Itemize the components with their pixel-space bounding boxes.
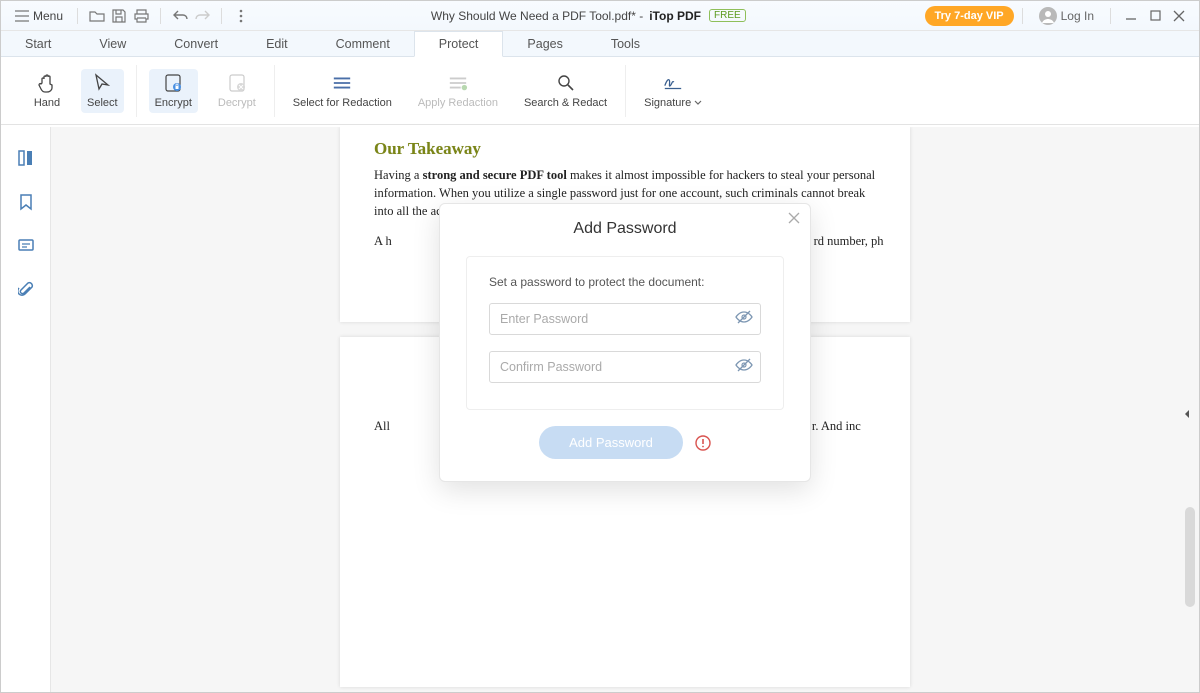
tab-view[interactable]: View [75, 31, 150, 56]
apply-redaction-label: Apply Redaction [418, 97, 498, 109]
select-redaction-icon [332, 73, 352, 93]
select-redaction-button[interactable]: Select for Redaction [287, 69, 398, 113]
filename-label: Why Should We Need a PDF Tool.pdf* - [431, 9, 643, 23]
encrypt-label: Encrypt [155, 97, 192, 109]
reveal-password-icon[interactable] [735, 309, 753, 325]
comments-icon[interactable] [15, 235, 37, 257]
signature-button[interactable]: Signature [638, 69, 708, 113]
left-sidebar [1, 127, 51, 692]
search-redact-label: Search & Redact [524, 97, 607, 109]
bookmarks-icon[interactable] [15, 191, 37, 213]
decrypt-button: Decrypt [212, 69, 262, 113]
hand-icon [37, 73, 57, 93]
confirm-password-input[interactable] [489, 351, 761, 383]
select-label: Select [87, 97, 118, 109]
free-badge: FREE [709, 9, 746, 22]
signature-icon [663, 73, 683, 93]
search-redact-button[interactable]: Search & Redact [518, 69, 613, 113]
tab-edit[interactable]: Edit [242, 31, 312, 56]
encrypt-icon [163, 73, 183, 93]
add-password-button[interactable]: Add Password [539, 426, 683, 459]
enter-password-input[interactable] [489, 303, 761, 335]
more-icon[interactable] [230, 5, 252, 27]
workspace: Our Takeaway Having a strong and secure … [1, 127, 1199, 692]
chevron-down-icon [694, 100, 702, 106]
thumbnails-icon[interactable] [15, 147, 37, 169]
maximize-button[interactable] [1143, 4, 1167, 28]
main-tabs: Start View Convert Edit Comment Protect … [1, 31, 1199, 57]
signature-label: Signature [644, 97, 702, 109]
menu-label: Menu [33, 9, 63, 23]
undo-icon[interactable] [169, 5, 191, 27]
tab-protect[interactable]: Protect [414, 31, 504, 57]
dialog-close-button[interactable] [788, 212, 800, 224]
warning-icon [695, 435, 711, 451]
hand-label: Hand [34, 97, 60, 109]
apply-redaction-button: Apply Redaction [412, 69, 504, 113]
app-name: iTop PDF [649, 9, 701, 23]
dialog-title: Add Password [440, 220, 810, 238]
vertical-scrollbar[interactable] [1185, 507, 1195, 607]
reveal-confirm-icon[interactable] [735, 357, 753, 373]
user-icon [1039, 7, 1057, 25]
add-password-dialog: Add Password Set a password to protect t… [439, 203, 811, 482]
encrypt-button[interactable]: Encrypt [149, 69, 198, 113]
vip-button[interactable]: Try 7-day VIP [925, 6, 1014, 26]
login-button[interactable]: Log In [1039, 7, 1094, 25]
doc-heading: Our Takeaway [374, 137, 481, 162]
page-area[interactable]: Our Takeaway Having a strong and secure … [51, 127, 1199, 692]
decrypt-label: Decrypt [218, 97, 256, 109]
dialog-hint: Set a password to protect the document: [489, 275, 761, 289]
close-icon [788, 212, 800, 224]
attachments-icon[interactable] [15, 279, 37, 301]
redo-icon [191, 5, 213, 27]
decrypt-icon [227, 73, 247, 93]
select-tool[interactable]: Select [81, 69, 124, 113]
ribbon: Hand Select Encrypt Decrypt Select for R… [1, 57, 1199, 125]
tab-start[interactable]: Start [1, 31, 75, 56]
open-icon[interactable] [86, 5, 108, 27]
select-redaction-label: Select for Redaction [293, 97, 392, 109]
tab-tools[interactable]: Tools [587, 31, 664, 56]
hand-tool[interactable]: Hand [27, 69, 67, 113]
expand-right-icon[interactable] [1183, 409, 1191, 419]
hamburger-icon [15, 10, 29, 22]
minimize-button[interactable] [1119, 4, 1143, 28]
tab-comment[interactable]: Comment [312, 31, 414, 56]
search-icon [556, 73, 576, 93]
title-center: Why Should We Need a PDF Tool.pdf* - iTo… [252, 9, 925, 23]
titlebar: Menu Why Should We Need a PDF Tool.pdf* … [1, 1, 1199, 31]
close-button[interactable] [1167, 4, 1191, 28]
tab-convert[interactable]: Convert [150, 31, 242, 56]
print-icon[interactable] [130, 5, 152, 27]
save-icon[interactable] [108, 5, 130, 27]
login-label: Log In [1061, 9, 1094, 23]
menu-button[interactable]: Menu [9, 7, 69, 25]
cursor-icon [92, 73, 112, 93]
apply-redaction-icon [448, 73, 468, 93]
tab-pages[interactable]: Pages [503, 31, 586, 56]
